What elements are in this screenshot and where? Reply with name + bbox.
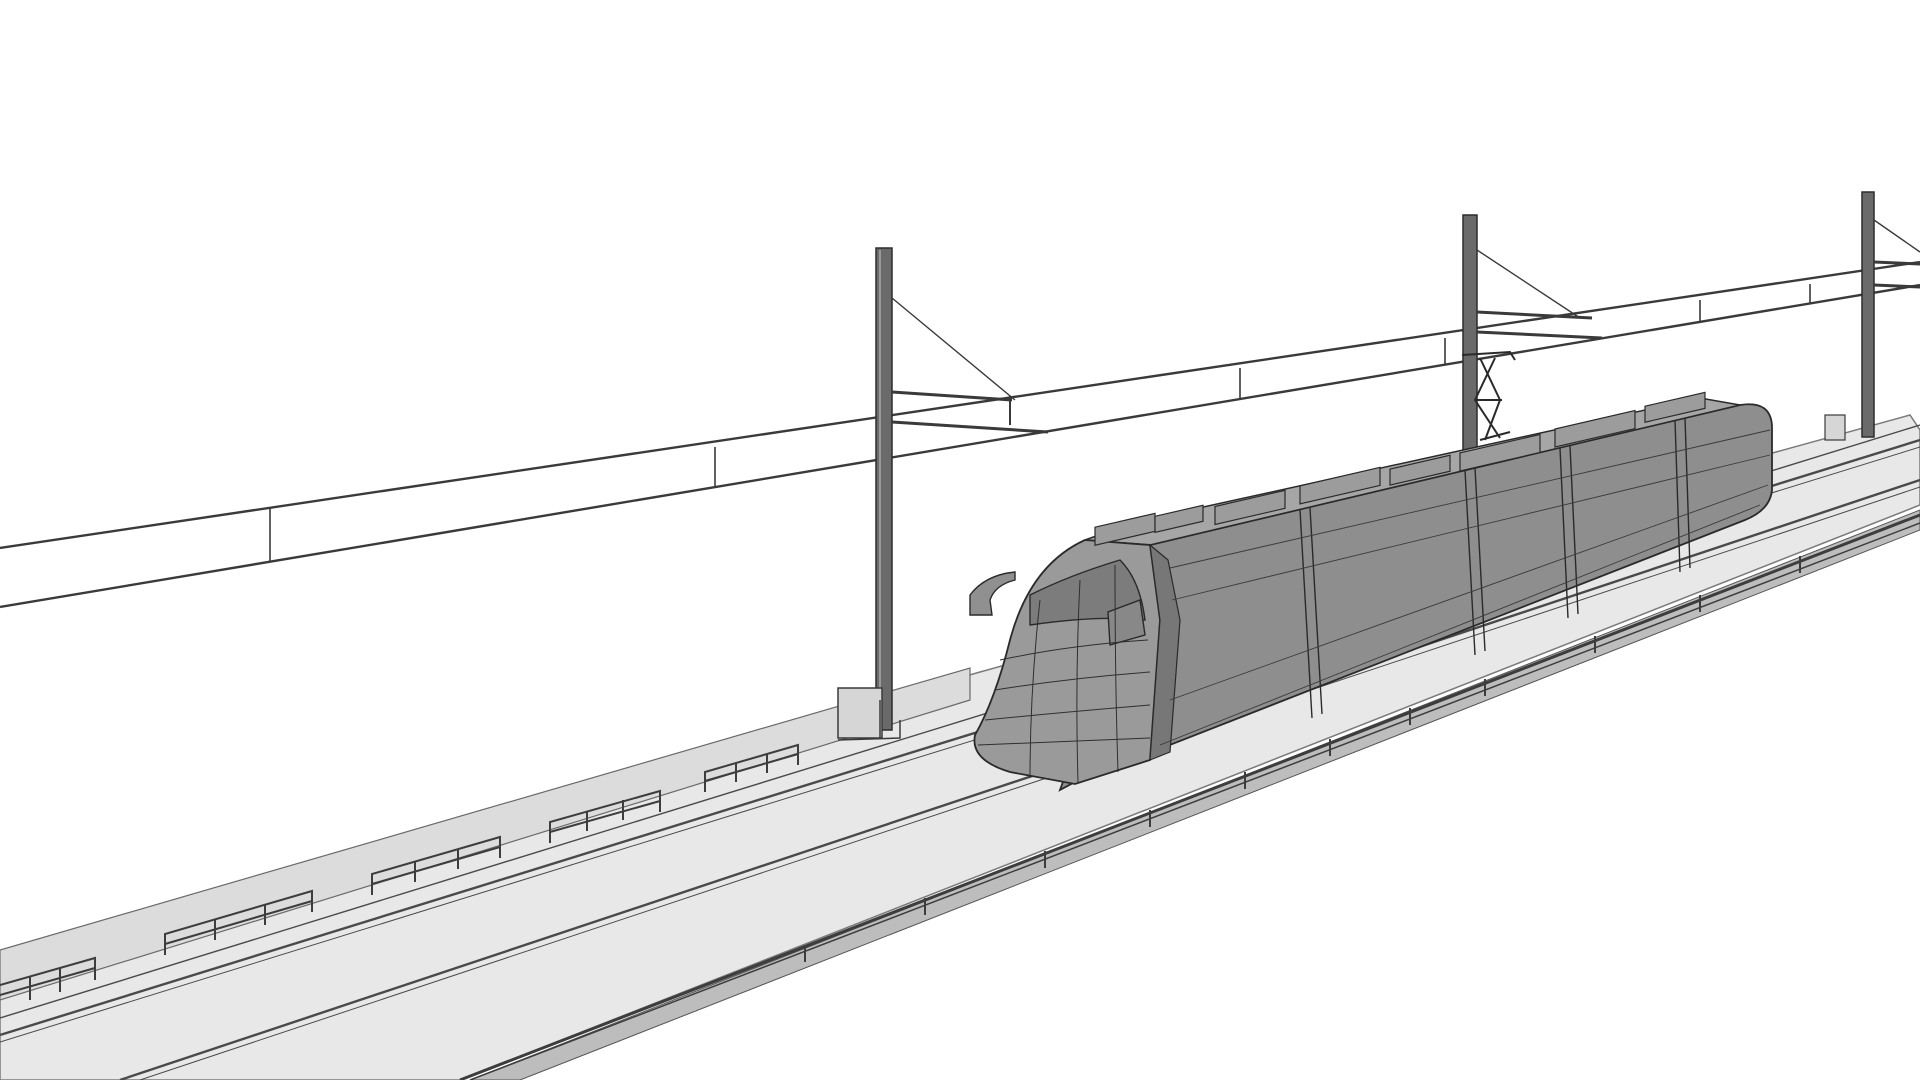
mast-pole — [875, 247, 893, 731]
mast-base-box — [1824, 414, 1846, 441]
train-viaduct-render — [0, 0, 1920, 1080]
registration-arm — [1873, 283, 1920, 289]
mast-pole — [1462, 214, 1478, 456]
cantilever-arm — [1873, 260, 1920, 266]
mast-pole — [1861, 191, 1875, 438]
mast-base-box — [837, 687, 883, 739]
